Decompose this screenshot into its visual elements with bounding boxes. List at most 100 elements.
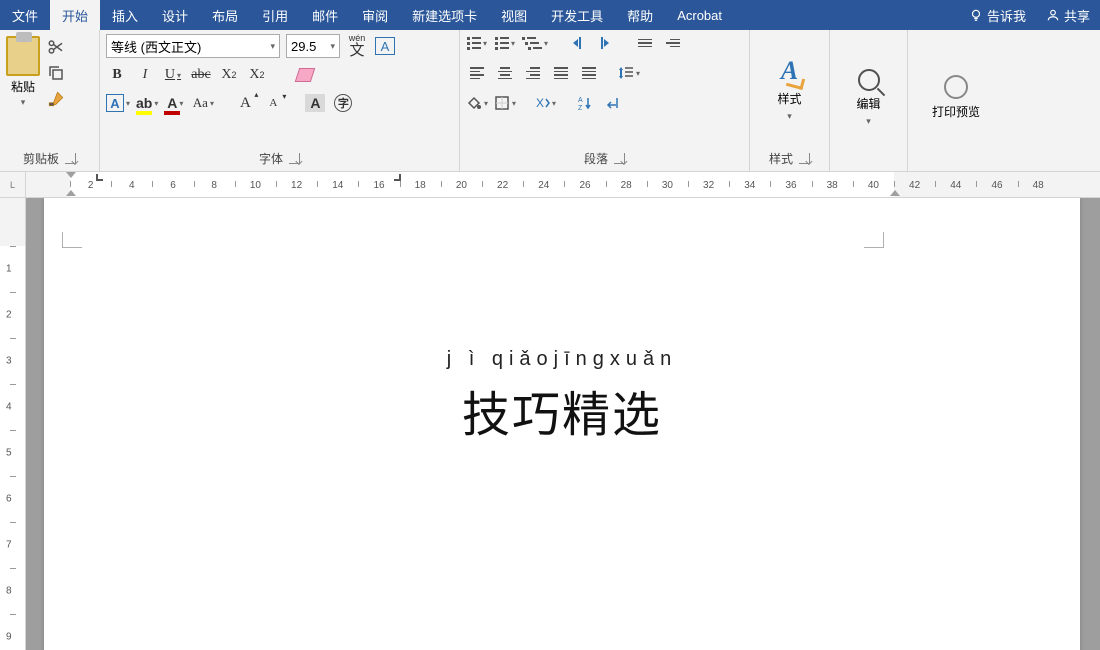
print-preview-button[interactable]: 打印预览 [908, 30, 1004, 165]
multilevel-icon [522, 37, 542, 50]
right-indent-marker[interactable] [890, 190, 900, 196]
tab-references[interactable]: 引用 [250, 0, 300, 30]
group-editing: 编辑 ▾ [830, 30, 908, 171]
svg-text:X: X [536, 96, 544, 110]
wen-char: 文 [349, 43, 364, 58]
decrease-indent-button[interactable] [566, 32, 588, 54]
format-painter-button[interactable] [46, 90, 66, 108]
editing-btn-label: 编辑 [856, 95, 880, 112]
styles-button[interactable]: A 样式 ▾ [750, 30, 829, 148]
vertical-ruler[interactable]: 123456789 [0, 198, 26, 650]
multilevel-button[interactable]: ▾ [522, 32, 548, 54]
ruler-corner[interactable]: L [0, 172, 26, 197]
tab-acrobat[interactable]: Acrobat [665, 0, 734, 30]
asian-layout-icon: X [534, 95, 550, 111]
italic-button[interactable]: I [134, 64, 156, 86]
tab-stop-left[interactable] [96, 174, 103, 181]
document-canvas[interactable]: j ì qiǎojīngxuǎn 技巧精选 [26, 198, 1100, 650]
strikethrough-button[interactable]: abc [190, 64, 212, 86]
document-area: 123456789 j ì qiǎojīngxuǎn 技巧精选 [0, 198, 1100, 650]
clipboard-launcher[interactable] [65, 153, 76, 164]
asian-layout-button[interactable]: X▾ [534, 92, 556, 114]
tab-stop-right[interactable] [394, 174, 401, 181]
borders-button[interactable]: ▾ [494, 92, 516, 114]
grow-font-button[interactable]: A▴ [234, 92, 256, 114]
bucket-icon [466, 95, 482, 111]
tab-file[interactable]: 文件 [0, 0, 50, 30]
brush-icon [47, 90, 65, 108]
tell-me[interactable]: 告诉我 [959, 0, 1036, 30]
tell-me-label: 告诉我 [987, 6, 1026, 25]
pilcrow-icon [605, 95, 621, 111]
tab-insert[interactable]: 插入 [100, 0, 150, 30]
align-left-button[interactable] [466, 62, 488, 84]
styles-label: 样式 [769, 150, 793, 167]
decrease-indent-icon [573, 37, 581, 49]
change-case-button[interactable]: Aa▾ [192, 92, 214, 114]
ribbon: 粘贴 ▾ 剪贴板 等线 (西文正文)▾ 29.5▾ wén文 A B I U▾ [0, 30, 1100, 172]
tab-view[interactable]: 视图 [489, 0, 539, 30]
paragraph-launcher[interactable] [614, 153, 625, 164]
tab-review[interactable]: 审阅 [350, 0, 400, 30]
numbering-icon [495, 37, 509, 50]
text-effects-button[interactable]: A▾ [106, 92, 130, 114]
tab-help[interactable]: 帮助 [615, 0, 665, 30]
rtl-button[interactable] [662, 32, 684, 54]
styles-icon: A [781, 56, 798, 86]
increase-indent-button[interactable] [594, 32, 616, 54]
bullets-button[interactable]: ▾ [466, 32, 488, 54]
rtl-icon [666, 39, 680, 48]
numbering-button[interactable]: ▾ [494, 32, 516, 54]
font-name-combo[interactable]: 等线 (西文正文)▾ [106, 34, 280, 58]
sort-button[interactable]: AZ [574, 92, 596, 114]
bold-button[interactable]: B [106, 64, 128, 86]
clipboard-label: 剪贴板 [23, 150, 59, 167]
print-btn-label: 打印预览 [932, 103, 980, 120]
tab-developer[interactable]: 开发工具 [539, 0, 615, 30]
group-styles: A 样式 ▾ 样式 [750, 30, 830, 171]
tab-newtab[interactable]: 新建选项卡 [400, 0, 489, 30]
underline-button[interactable]: U▾ [162, 64, 184, 86]
document-content[interactable]: j ì qiǎojīngxuǎn 技巧精选 [44, 348, 1080, 445]
justify-button[interactable] [550, 62, 572, 84]
font-size-combo[interactable]: 29.5▾ [286, 34, 340, 58]
clear-formatting-button[interactable] [294, 64, 316, 86]
first-line-indent-marker[interactable] [66, 172, 76, 178]
line-spacing-button[interactable]: ▾ [618, 62, 640, 84]
share-button[interactable]: 共享 [1036, 0, 1100, 30]
subscript-button[interactable]: X2 [218, 64, 240, 86]
hanging-indent-marker[interactable] [66, 190, 76, 196]
editing-button[interactable]: 编辑 ▾ [830, 30, 907, 165]
enclose-char-button[interactable]: 字 [332, 92, 354, 114]
copy-button[interactable] [46, 64, 66, 82]
font-size-value: 29.5 [291, 39, 316, 54]
horizontal-ruler[interactable]: 2468101214161820222426283032343638404244… [26, 172, 1100, 197]
superscript-button[interactable]: X2 [246, 64, 268, 86]
align-right-button[interactable] [522, 62, 544, 84]
cut-button[interactable] [46, 38, 66, 56]
shrink-font-button[interactable]: A▾ [262, 92, 284, 114]
font-color-button[interactable]: A▾ [164, 92, 186, 114]
char-shading-button[interactable]: A [304, 92, 326, 114]
paste-button[interactable]: 粘贴 ▾ [6, 36, 40, 108]
distribute-button[interactable] [578, 62, 600, 84]
align-center-button[interactable] [494, 62, 516, 84]
show-marks-button[interactable] [602, 92, 624, 114]
page[interactable]: j ì qiǎojīngxuǎn 技巧精选 [44, 198, 1080, 650]
tab-home[interactable]: 开始 [50, 0, 100, 30]
shading-button[interactable]: ▾ [466, 92, 488, 114]
circle-icon [944, 75, 968, 99]
ltr-button[interactable] [634, 32, 656, 54]
font-launcher[interactable] [289, 153, 300, 164]
group-clipboard: 粘贴 ▾ 剪贴板 [0, 30, 100, 171]
phonetic-guide-button[interactable]: wén文 [346, 35, 368, 57]
styles-launcher[interactable] [799, 153, 810, 164]
tab-layout[interactable]: 布局 [200, 0, 250, 30]
character-border-button[interactable]: A [374, 35, 396, 57]
charbox-icon: A [375, 37, 395, 55]
tab-design[interactable]: 设计 [150, 0, 200, 30]
tab-mailings[interactable]: 邮件 [300, 0, 350, 30]
highlight-button[interactable]: ab▾ [136, 92, 158, 114]
paragraph-label: 段落 [584, 150, 608, 167]
borders-icon [494, 95, 510, 111]
